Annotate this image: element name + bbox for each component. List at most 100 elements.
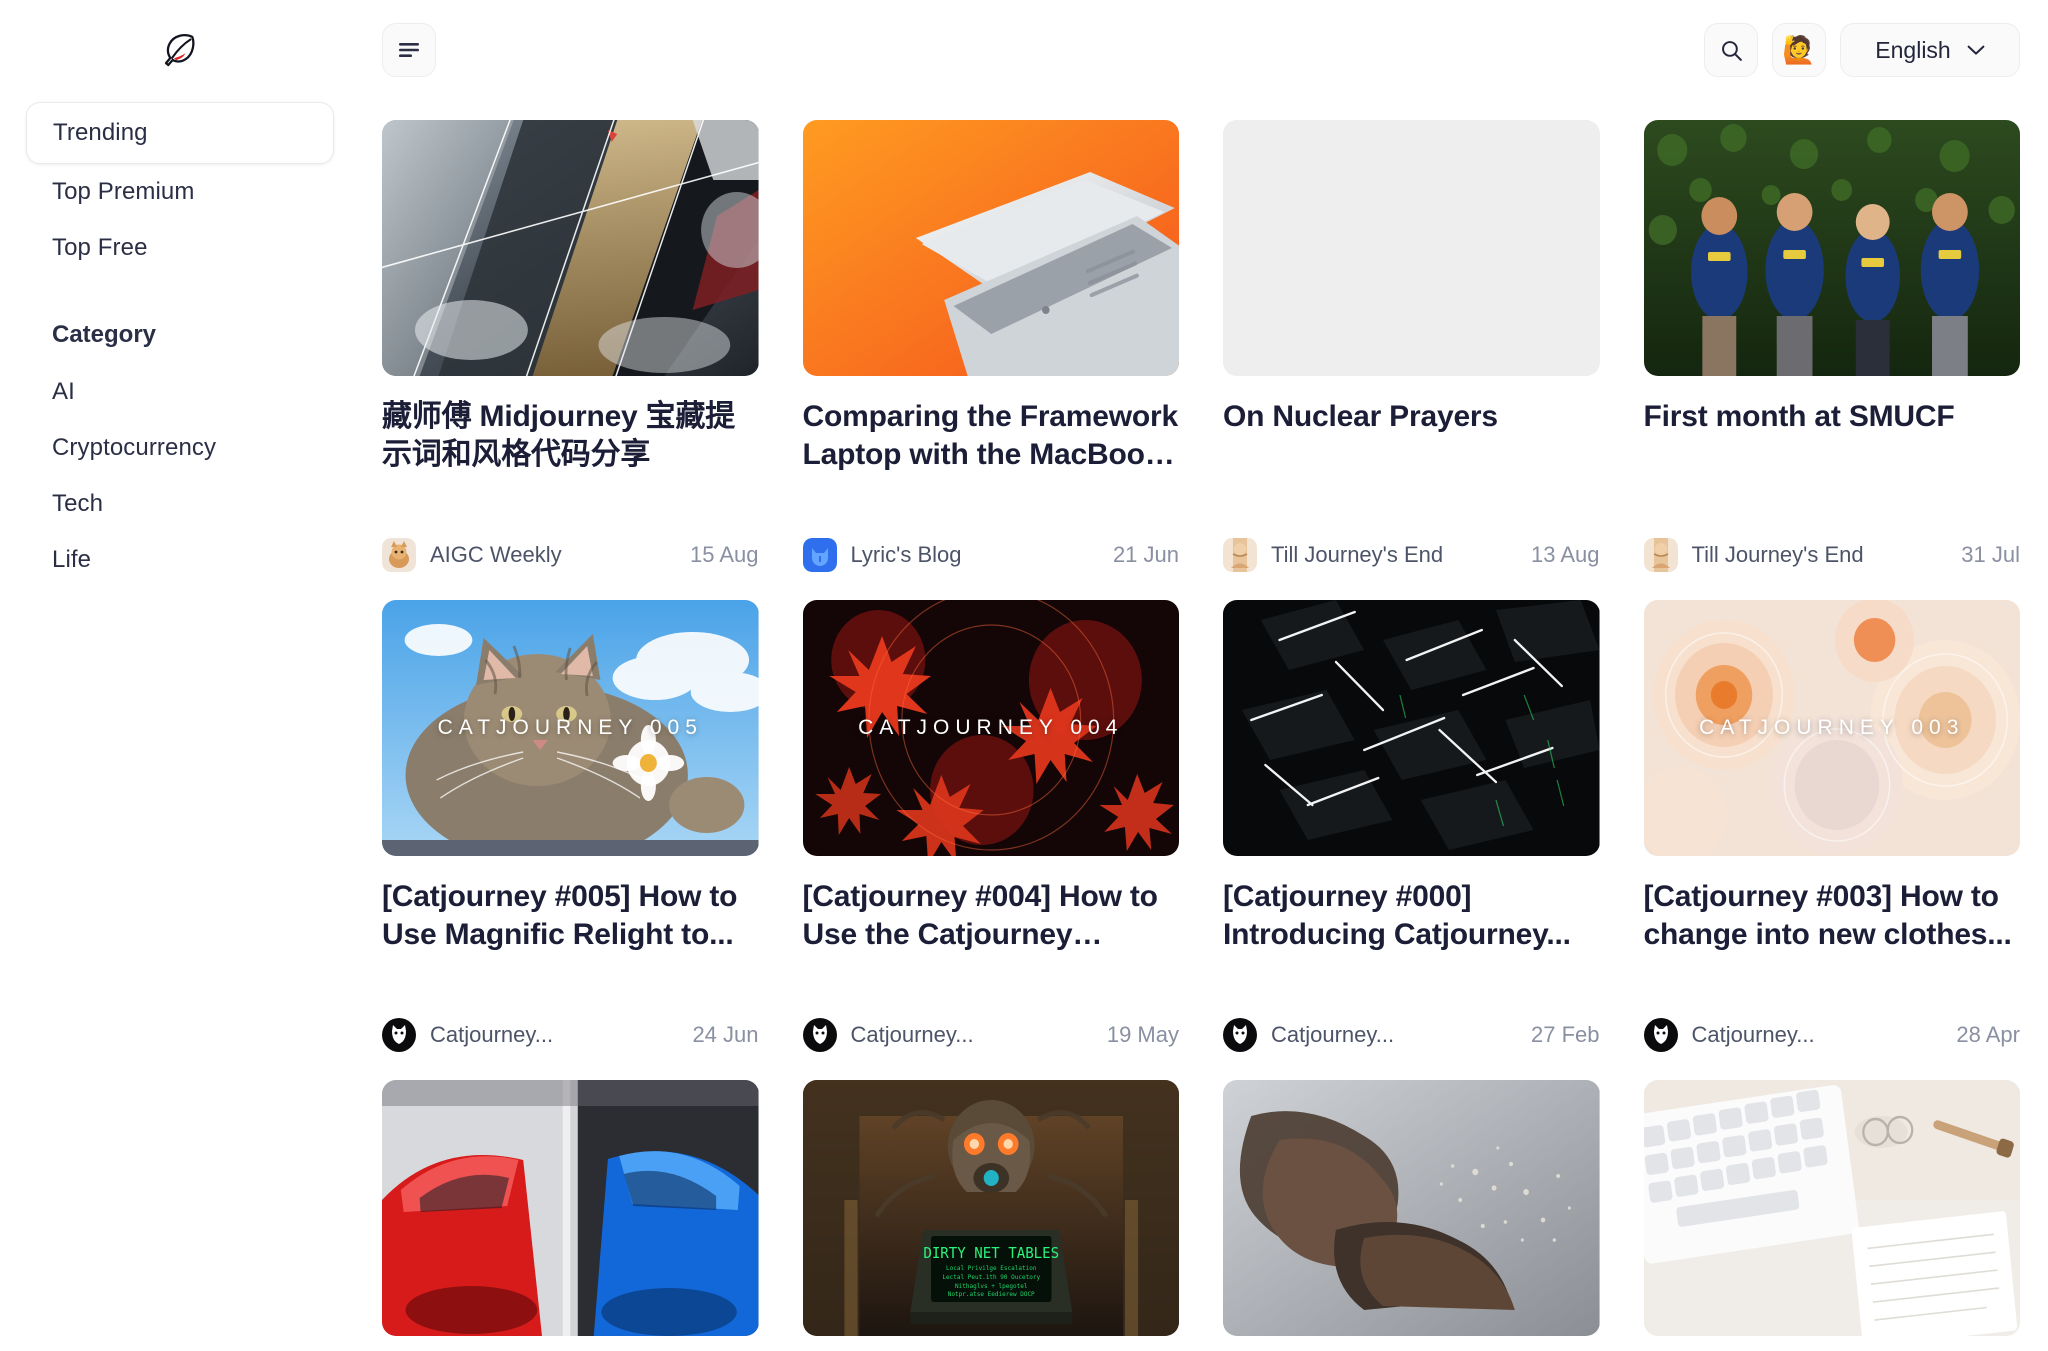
app-logo[interactable] bbox=[26, 0, 334, 100]
sidebar-item-life[interactable]: Life bbox=[26, 532, 334, 588]
article-card[interactable]: Great wizards often work alone Lyric's B… bbox=[1223, 1080, 1600, 1351]
hamburger-icon bbox=[399, 43, 419, 57]
sidebar-item-top-free[interactable]: Top Free bbox=[26, 220, 334, 276]
article-meta: Catjourney... 28 Apr bbox=[1643, 1000, 2020, 1052]
article-title: [Catjourney #000] Introducing Catjourney… bbox=[1223, 880, 1571, 951]
article-author[interactable]: Catjourney... bbox=[1271, 1022, 1394, 1048]
svg-text:Local Privilge Escalation: Local Privilge Escalation bbox=[945, 1265, 1036, 1272]
article-title: Comparing the Framework Laptop with the … bbox=[802, 400, 1179, 471]
article-thumbnail[interactable] bbox=[382, 1080, 759, 1336]
article-author[interactable]: Catjourney... bbox=[430, 1022, 553, 1048]
article-title: [Catjourney #004] How to Use the Catjour… bbox=[802, 880, 1158, 951]
keyboard-desk-thumbnail bbox=[1643, 1080, 2020, 1336]
article-card[interactable]: 👯 Enhance Your Writing Experience: Intro… bbox=[382, 1080, 759, 1351]
feather-logo-icon bbox=[164, 34, 195, 67]
article-author[interactable]: Till Journey's End bbox=[1692, 542, 1864, 568]
article-card[interactable]: DIRTY NET TABLES Local Privilge Escalati… bbox=[802, 1080, 1179, 1351]
article-card[interactable]: CATJOURNEY 004 [Catjourney #004] How to … bbox=[802, 600, 1179, 1052]
article-thumbnail[interactable] bbox=[1223, 1080, 1600, 1336]
author-avatar-icon bbox=[802, 538, 837, 572]
sidebar-item-label: Top Premium bbox=[52, 178, 195, 205]
article-thumbnail[interactable]: DIRTY NET TABLES Local Privilge Escalati… bbox=[802, 1080, 1179, 1336]
red-blue-cars-thumbnail bbox=[382, 1080, 759, 1336]
menu-toggle-button[interactable] bbox=[382, 23, 436, 77]
user-avatar-button[interactable]: 🙋 bbox=[1772, 23, 1826, 77]
article-thumbnail[interactable] bbox=[1643, 120, 2020, 376]
article-date: 19 May bbox=[1106, 1022, 1179, 1047]
article-thumbnail[interactable]: CATJOURNEY 004 bbox=[802, 600, 1179, 856]
svg-text:Nithaglvs + lpegotel: Nithaglvs + lpegotel bbox=[955, 1283, 1028, 1290]
article-meta: Till Journey's End 13 Aug bbox=[1223, 520, 1600, 572]
language-selector[interactable]: English bbox=[1840, 23, 2020, 77]
article-thumbnail[interactable]: CATJOURNEY 003 bbox=[1643, 600, 2020, 856]
article-date: 13 Aug bbox=[1530, 542, 1600, 567]
hands-dust-thumbnail bbox=[1223, 1080, 1600, 1336]
article-date: 24 Jun bbox=[692, 1022, 759, 1047]
article-title: On Nuclear Prayers bbox=[1223, 400, 1498, 433]
article-card[interactable]: On Nuclear Prayers Till Journey's End 13… bbox=[1223, 120, 1600, 572]
chevron-down-icon bbox=[1967, 45, 1985, 55]
article-meta: Catjourney... 19 May bbox=[802, 1000, 1179, 1052]
article-title: 藏师傅 Midjourney 宝藏提示词和风格代码分享 bbox=[382, 400, 736, 471]
article-thumbnail[interactable]: CATJOURNEY 005 bbox=[382, 600, 759, 856]
sidebar-item-label: Top Free bbox=[52, 234, 148, 261]
article-thumbnail[interactable] bbox=[1223, 120, 1600, 376]
svg-text:Notpr.atse Eedierew DOCP: Notpr.atse Eedierew DOCP bbox=[947, 1291, 1034, 1298]
dark-abstract-streaks-thumbnail bbox=[1223, 600, 1600, 856]
top-bar: 🙋 English bbox=[360, 0, 2048, 100]
blue-cat-avatar bbox=[802, 538, 837, 572]
sidebar-item-ai[interactable]: AI bbox=[26, 364, 334, 420]
sidebar: Trending Top Premium Top Free Category A… bbox=[0, 0, 360, 1351]
article-author[interactable]: Catjourney... bbox=[851, 1022, 974, 1048]
article-thumbnail[interactable] bbox=[1643, 1080, 2020, 1336]
author-avatar-icon bbox=[382, 538, 416, 572]
article-title: [Catjourney #003] How to change into new… bbox=[1643, 880, 2012, 951]
article-meta: Catjourney... 27 Feb bbox=[1223, 1000, 1600, 1052]
article-author[interactable]: Catjourney... bbox=[1692, 1022, 1815, 1048]
sidebar-item-cryptocurrency[interactable]: Cryptocurrency bbox=[26, 420, 334, 476]
sidebar-item-trending[interactable]: Trending bbox=[26, 102, 334, 164]
author-avatar-icon bbox=[382, 1018, 416, 1052]
sidebar-category-heading: Category bbox=[52, 321, 157, 348]
article-card[interactable]: CATJOURNEY 003 [Catjourney #003] How to … bbox=[1643, 600, 2020, 1052]
sidebar-item-tech[interactable]: Tech bbox=[26, 476, 334, 532]
sidebar-item-label: Cryptocurrency bbox=[52, 434, 217, 461]
article-card[interactable]: 藏师傅 Midjourney 宝藏提示词和风格代码分享 AIGC Weekly … bbox=[382, 120, 759, 572]
article-card[interactable]: Comparing the Framework Laptop with the … bbox=[802, 120, 1179, 572]
sidebar-item-label: Trending bbox=[53, 119, 148, 146]
sidebar-nav: Trending Top Premium Top Free Category A… bbox=[26, 102, 334, 588]
app-root: Trending Top Premium Top Free Category A… bbox=[0, 0, 2048, 1351]
article-thumbnail[interactable] bbox=[1223, 600, 1600, 856]
article-grid: 藏师傅 Midjourney 宝藏提示词和风格代码分享 AIGC Weekly … bbox=[360, 100, 2048, 1351]
author-avatar-icon bbox=[802, 1018, 837, 1052]
article-author[interactable]: AIGC Weekly bbox=[430, 542, 562, 568]
article-card[interactable]: First month at SMUCF Till Journey's End … bbox=[1643, 120, 2020, 572]
article-card[interactable]: [Catjourney #000] Introducing Catjourney… bbox=[1223, 600, 1600, 1052]
author-avatar-icon bbox=[1223, 1018, 1257, 1052]
article-title: First month at SMUCF bbox=[1643, 400, 1955, 433]
article-author[interactable]: Lyric's Blog bbox=[851, 542, 962, 568]
article-meta: Catjourney... 24 Jun bbox=[382, 1000, 759, 1052]
language-label: English bbox=[1875, 36, 1951, 63]
thumbnail-overlay-text: CATJOURNEY 003 bbox=[1699, 716, 1965, 739]
article-date: 15 Aug bbox=[689, 542, 759, 567]
article-card[interactable]: ⏰ Substack alternatives - 8 platforms fo… bbox=[1643, 1080, 2020, 1351]
portrait-avatar bbox=[1223, 538, 1257, 572]
sidebar-item-top-premium[interactable]: Top Premium bbox=[26, 164, 334, 220]
empty-placeholder-thumbnail bbox=[1223, 120, 1600, 376]
group-photo-hedge-thumbnail bbox=[1643, 120, 2020, 376]
article-meta: AIGC Weekly 15 Aug bbox=[382, 520, 759, 572]
article-thumbnail[interactable] bbox=[802, 120, 1179, 376]
sidebar-divider-gap bbox=[26, 276, 334, 306]
article-thumbnail[interactable] bbox=[382, 120, 759, 376]
article-date: 31 Jul bbox=[1961, 542, 2020, 567]
search-button[interactable] bbox=[1704, 23, 1758, 77]
article-date: 27 Feb bbox=[1531, 1022, 1600, 1047]
article-meta: Till Journey's End 31 Jul bbox=[1643, 520, 2020, 572]
article-date: 21 Jun bbox=[1112, 542, 1179, 567]
article-meta: Lyric's Blog 21 Jun bbox=[802, 520, 1179, 572]
search-icon bbox=[1721, 40, 1742, 61]
midjourney-collage-thumbnail bbox=[382, 120, 759, 376]
article-author[interactable]: Till Journey's End bbox=[1271, 542, 1443, 568]
article-card[interactable]: CATJOURNEY 005 [Catjourney #005] How to … bbox=[382, 600, 759, 1052]
